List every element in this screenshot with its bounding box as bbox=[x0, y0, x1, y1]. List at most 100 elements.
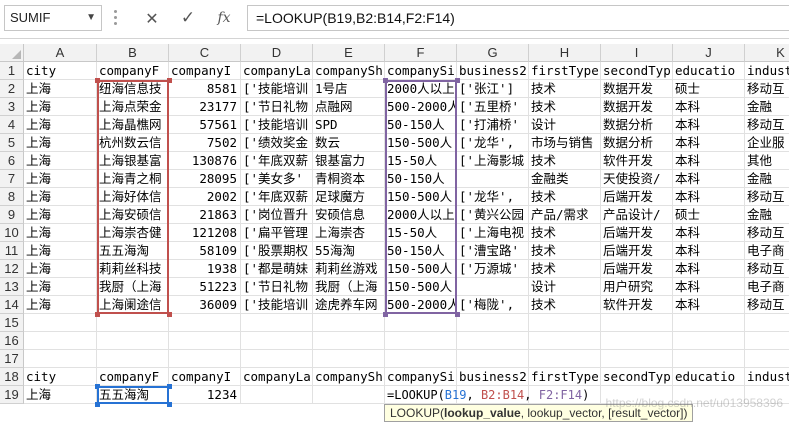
cell-b6[interactable]: 上海银基富 bbox=[97, 152, 169, 170]
cell-c7[interactable]: 28095 bbox=[169, 170, 241, 188]
cell-j17[interactable] bbox=[673, 350, 745, 368]
cell-g1[interactable]: business2 bbox=[457, 62, 529, 80]
cell-i7[interactable]: 天使投资/ bbox=[601, 170, 673, 188]
cell-h2[interactable]: 技术 bbox=[529, 80, 601, 98]
column-header-e[interactable]: E bbox=[313, 44, 385, 62]
cell-g13[interactable] bbox=[457, 278, 529, 296]
cell-d16[interactable] bbox=[241, 332, 313, 350]
cell-j15[interactable] bbox=[673, 314, 745, 332]
cell-b9[interactable]: 上海安硕信 bbox=[97, 206, 169, 224]
cell-b5[interactable]: 杭州数云信 bbox=[97, 134, 169, 152]
cell-a10[interactable]: 上海 bbox=[24, 224, 97, 242]
cell-g6[interactable]: ['上海影城 bbox=[457, 152, 529, 170]
cell-c6[interactable]: 130876 bbox=[169, 152, 241, 170]
cell-i17[interactable] bbox=[601, 350, 673, 368]
cell-d3[interactable]: ['节日礼物 bbox=[241, 98, 313, 116]
cell-d2[interactable]: ['技能培训 bbox=[241, 80, 313, 98]
cell-j1[interactable]: educatio bbox=[673, 62, 745, 80]
cell-d4[interactable]: ['技能培训 bbox=[241, 116, 313, 134]
cell-g4[interactable]: ['打浦桥' bbox=[457, 116, 529, 134]
cell-h3[interactable]: 技术 bbox=[529, 98, 601, 116]
cell-f1[interactable]: companySi bbox=[385, 62, 457, 80]
chevron-down-icon[interactable]: ▼ bbox=[86, 6, 96, 30]
cell-a14[interactable]: 上海 bbox=[24, 296, 97, 314]
formula-input[interactable]: =LOOKUP(B19,B2:B14,F2:F14) bbox=[247, 5, 789, 31]
cell-b1[interactable]: companyF bbox=[97, 62, 169, 80]
cell-h1[interactable]: firstType bbox=[529, 62, 601, 80]
column-header-h[interactable]: H bbox=[529, 44, 601, 62]
cell-f8[interactable]: 150-500人 bbox=[385, 188, 457, 206]
cell-i9[interactable]: 产品设计/ bbox=[601, 206, 673, 224]
cell-d10[interactable]: ['扁平管理 bbox=[241, 224, 313, 242]
cell-h12[interactable]: 技术 bbox=[529, 260, 601, 278]
cell-h14[interactable]: 技术 bbox=[529, 296, 601, 314]
cell-e19[interactable] bbox=[313, 386, 385, 404]
cell-d15[interactable] bbox=[241, 314, 313, 332]
cell-k13[interactable]: 电子商 bbox=[745, 278, 789, 296]
cell-f19[interactable]: =LOOKUP(B19, B2:B14, F2:F14) bbox=[385, 386, 589, 404]
cell-b15[interactable] bbox=[97, 314, 169, 332]
column-header-k[interactable]: K bbox=[745, 44, 789, 62]
cell-d17[interactable] bbox=[241, 350, 313, 368]
column-header-a[interactable]: A bbox=[24, 44, 97, 62]
cell-h10[interactable]: 技术 bbox=[529, 224, 601, 242]
cell-f9[interactable]: 2000人以上 bbox=[385, 206, 457, 224]
enter-icon[interactable]: ✓ bbox=[173, 5, 203, 31]
cell-h9[interactable]: 产品/需求 bbox=[529, 206, 601, 224]
row-header-3[interactable]: 3 bbox=[0, 98, 24, 116]
cell-a2[interactable]: 上海 bbox=[24, 80, 97, 98]
cell-d14[interactable]: ['技能培训 bbox=[241, 296, 313, 314]
cell-g15[interactable] bbox=[457, 314, 529, 332]
cell-f13[interactable]: 150-500人 bbox=[385, 278, 457, 296]
cell-i18[interactable]: secondTyp bbox=[601, 368, 673, 386]
cell-h4[interactable]: 设计 bbox=[529, 116, 601, 134]
cell-b10[interactable]: 上海崇杏健 bbox=[97, 224, 169, 242]
cell-e9[interactable]: 安硕信息 bbox=[313, 206, 385, 224]
row-header-4[interactable]: 4 bbox=[0, 116, 24, 134]
cell-f5[interactable]: 150-500人 bbox=[385, 134, 457, 152]
cell-c15[interactable] bbox=[169, 314, 241, 332]
cell-d5[interactable]: ['绩效奖金 bbox=[241, 134, 313, 152]
cell-f11[interactable]: 50-150人 bbox=[385, 242, 457, 260]
cell-b17[interactable] bbox=[97, 350, 169, 368]
cell-d19[interactable] bbox=[241, 386, 313, 404]
cell-k3[interactable]: 金融 bbox=[745, 98, 789, 116]
cell-i10[interactable]: 后端开发 bbox=[601, 224, 673, 242]
cell-g2[interactable]: ['张江'] bbox=[457, 80, 529, 98]
cell-h11[interactable]: 技术 bbox=[529, 242, 601, 260]
cell-b13[interactable]: 我厨（上海 bbox=[97, 278, 169, 296]
cell-b2[interactable]: 纽海信息技 bbox=[97, 80, 169, 98]
cell-c13[interactable]: 51223 bbox=[169, 278, 241, 296]
row-header-19[interactable]: 19 bbox=[0, 386, 24, 404]
cell-g18[interactable]: business2 bbox=[457, 368, 529, 386]
cell-f18[interactable]: companySi bbox=[385, 368, 457, 386]
cell-b14[interactable]: 上海阑途信 bbox=[97, 296, 169, 314]
cell-e7[interactable]: 青桐资本 bbox=[313, 170, 385, 188]
cell-b3[interactable]: 上海点荣金 bbox=[97, 98, 169, 116]
row-header-10[interactable]: 10 bbox=[0, 224, 24, 242]
cell-a3[interactable]: 上海 bbox=[24, 98, 97, 116]
cell-a5[interactable]: 上海 bbox=[24, 134, 97, 152]
row-header-13[interactable]: 13 bbox=[0, 278, 24, 296]
column-header-j[interactable]: J bbox=[673, 44, 745, 62]
cell-g12[interactable]: ['万源城' bbox=[457, 260, 529, 278]
cell-e8[interactable]: 足球魔方 bbox=[313, 188, 385, 206]
cell-i1[interactable]: secondTyp bbox=[601, 62, 673, 80]
cell-e17[interactable] bbox=[313, 350, 385, 368]
cell-j4[interactable]: 本科 bbox=[673, 116, 745, 134]
row-header-2[interactable]: 2 bbox=[0, 80, 24, 98]
cell-i5[interactable]: 数据分析 bbox=[601, 134, 673, 152]
row-header-11[interactable]: 11 bbox=[0, 242, 24, 260]
cell-c2[interactable]: 8581 bbox=[169, 80, 241, 98]
cell-g3[interactable]: ['五里桥' bbox=[457, 98, 529, 116]
cell-j5[interactable]: 本科 bbox=[673, 134, 745, 152]
cell-e13[interactable]: 我厨（上海 bbox=[313, 278, 385, 296]
cell-h13[interactable]: 设计 bbox=[529, 278, 601, 296]
row-header-15[interactable]: 15 bbox=[0, 314, 24, 332]
row-header-18[interactable]: 18 bbox=[0, 368, 24, 386]
cell-g14[interactable]: ['梅陇', bbox=[457, 296, 529, 314]
cell-d18[interactable]: companyLa bbox=[241, 368, 313, 386]
row-header-5[interactable]: 5 bbox=[0, 134, 24, 152]
cell-a19[interactable]: 上海 bbox=[24, 386, 97, 404]
cell-f3[interactable]: 500-2000人 bbox=[385, 98, 457, 116]
